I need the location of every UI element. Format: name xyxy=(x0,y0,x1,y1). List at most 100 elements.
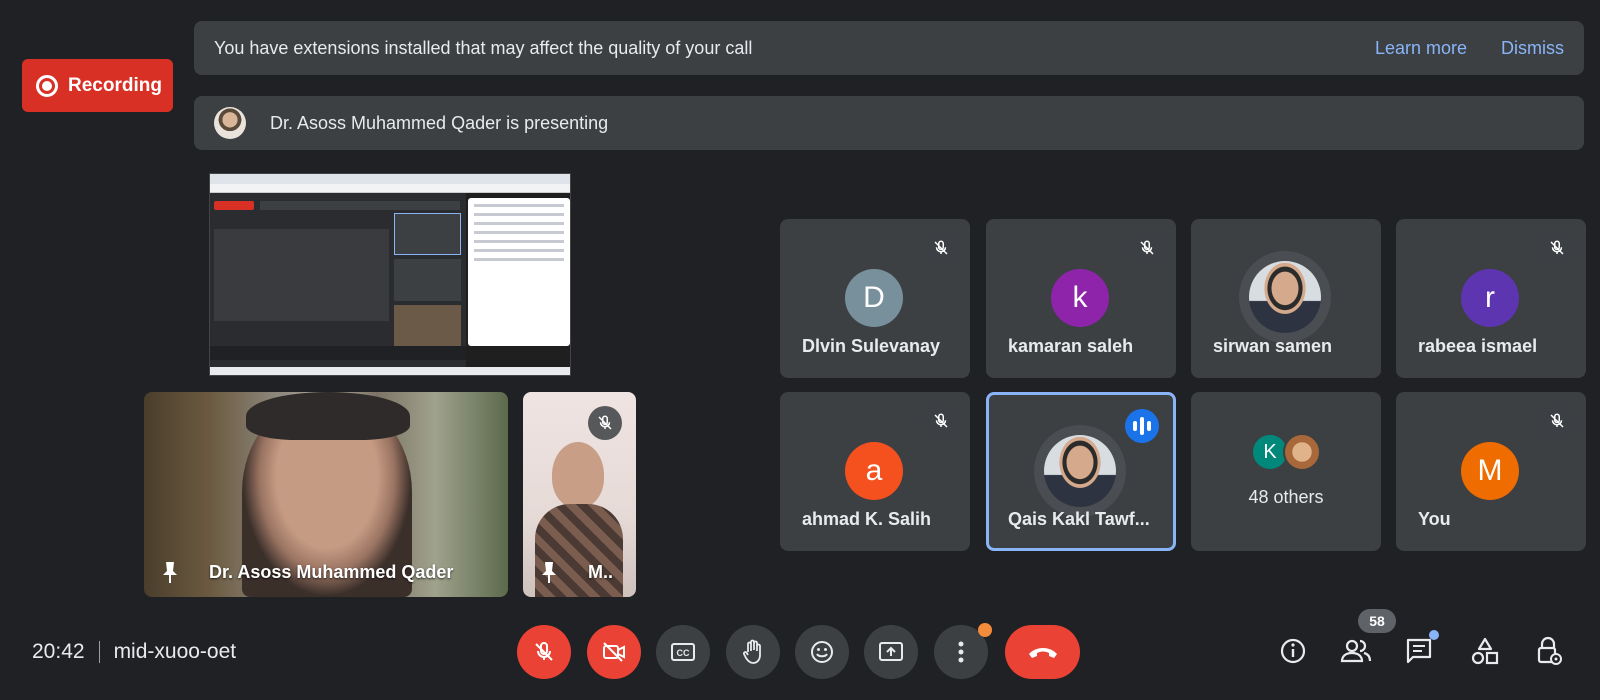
avatar: D xyxy=(845,269,903,327)
avatar-photo xyxy=(1249,261,1321,333)
shared-tile xyxy=(394,213,461,255)
panel-line xyxy=(474,258,564,261)
participant-name: sirwan samen xyxy=(1213,336,1333,356)
avatar-photo xyxy=(1044,435,1116,507)
dismiss-button[interactable]: Dismiss xyxy=(1501,38,1564,59)
shared-side-panel xyxy=(468,198,570,346)
others-count: 48 others xyxy=(1248,487,1324,507)
people-button[interactable] xyxy=(1339,634,1373,668)
host-controls-button[interactable] xyxy=(1532,634,1566,668)
participant-tile[interactable]: r rabeea ismael xyxy=(1396,219,1586,378)
participant-body xyxy=(535,504,623,597)
speaking-icon xyxy=(1125,409,1159,443)
pin-icon[interactable] xyxy=(162,561,178,583)
host-controls-icon xyxy=(1537,636,1562,665)
participant-tile-speaking[interactable]: Qais Kakl Tawf... xyxy=(986,392,1176,551)
raise-hand-icon xyxy=(743,639,761,664)
participant-name: You xyxy=(1418,509,1451,529)
raise-hand-button[interactable] xyxy=(726,625,780,679)
screen-share-view[interactable] xyxy=(209,173,571,376)
people-icon xyxy=(1340,639,1372,663)
participant-face xyxy=(552,442,604,508)
chat-button[interactable] xyxy=(1403,630,1439,668)
recording-label: Recording xyxy=(68,74,162,96)
captions-icon: CC xyxy=(671,643,695,661)
others-avatars: K xyxy=(1251,433,1321,471)
mic-off-icon xyxy=(588,406,622,440)
reactions-button[interactable] xyxy=(795,625,849,679)
participant-tile[interactable]: a ahmad K. Salih xyxy=(780,392,970,551)
end-call-button[interactable] xyxy=(1005,625,1080,679)
others-tile[interactable]: K 48 others xyxy=(1191,392,1381,551)
panel-line xyxy=(474,240,564,243)
participant-video[interactable]: M.. xyxy=(523,392,636,597)
extensions-message: You have extensions installed that may a… xyxy=(214,37,753,58)
camera-off-icon xyxy=(603,642,625,662)
pin-icon[interactable] xyxy=(541,561,557,583)
meeting-code: mid-xuoo-oet xyxy=(113,640,237,663)
chat-icon xyxy=(1406,638,1432,664)
presenter-video[interactable]: Dr. Asoss Muhammed Qader xyxy=(144,392,508,597)
learn-more-link[interactable]: Learn more xyxy=(1375,38,1467,59)
activities-button[interactable] xyxy=(1468,634,1502,668)
recording-badge: Recording xyxy=(22,59,173,112)
panel-line xyxy=(474,213,564,216)
shared-inner-screen xyxy=(214,229,389,321)
shared-presenting-bar xyxy=(260,201,460,210)
present-screen-icon xyxy=(879,642,903,661)
avatar: k xyxy=(1051,269,1109,327)
avatar: a xyxy=(845,442,903,500)
clock-time: 20:42 xyxy=(32,640,85,663)
video-name: Dr. Asoss Muhammed Qader xyxy=(209,562,454,582)
activities-icon xyxy=(1471,637,1499,665)
participant-tile[interactable]: sirwan samen xyxy=(1191,219,1381,378)
camera-toggle-button[interactable] xyxy=(587,625,641,679)
shared-recording-badge xyxy=(214,201,254,210)
captions-button[interactable]: CC xyxy=(656,625,710,679)
mic-off-icon xyxy=(535,641,553,661)
participant-name: Qais Kakl Tawf... xyxy=(1008,509,1150,529)
participant-name: rabeea ismael xyxy=(1418,336,1538,356)
present-button[interactable] xyxy=(864,625,918,679)
panel-line xyxy=(474,231,564,234)
mic-toggle-button[interactable] xyxy=(517,625,571,679)
more-options-button[interactable] xyxy=(934,623,992,679)
panel-line xyxy=(474,204,564,207)
participant-tile[interactable]: D Dlvin Sulevanay xyxy=(780,219,970,378)
meeting-details: 20:42 mid-xuoo-oet xyxy=(32,640,236,664)
avatar xyxy=(1283,433,1321,471)
unread-dot xyxy=(1429,630,1439,640)
participant-name: Dlvin Sulevanay xyxy=(802,336,941,356)
recording-icon xyxy=(36,74,58,97)
notification-dot xyxy=(978,623,992,637)
presenting-message: Dr. Asoss Muhammed Qader is presenting xyxy=(270,112,609,133)
panel-line xyxy=(474,222,564,225)
presenter-hair xyxy=(246,392,410,440)
participant-name: ahmad K. Salih xyxy=(802,509,932,529)
mic-off-icon xyxy=(1130,231,1164,265)
divider xyxy=(98,641,100,663)
shared-taskbar xyxy=(210,367,570,375)
avatar: M xyxy=(1461,442,1519,500)
self-tile[interactable]: M You xyxy=(1396,392,1586,551)
shared-browser-tabbar xyxy=(210,174,570,184)
avatar xyxy=(1034,425,1126,517)
shared-tile xyxy=(394,305,461,347)
avatar: r xyxy=(1461,269,1519,327)
presenter-avatar xyxy=(214,107,246,139)
svg-text:CC: CC xyxy=(677,648,690,658)
participant-tile[interactable]: k kamaran saleh xyxy=(986,219,1176,378)
mic-off-icon xyxy=(1540,404,1574,438)
avatar xyxy=(1239,251,1331,343)
more-options-icon xyxy=(958,641,964,663)
emoji-icon xyxy=(811,641,833,663)
shared-tile xyxy=(394,259,461,301)
shared-meet-window xyxy=(210,193,466,369)
shared-browser-urlbar xyxy=(210,184,570,193)
participant-name: kamaran saleh xyxy=(1008,336,1134,356)
meeting-info-button[interactable] xyxy=(1276,634,1310,668)
extensions-banner: You have extensions installed that may a… xyxy=(194,21,1584,75)
shared-control-bar xyxy=(210,346,466,360)
info-icon xyxy=(1280,638,1306,664)
mic-off-icon xyxy=(924,404,958,438)
